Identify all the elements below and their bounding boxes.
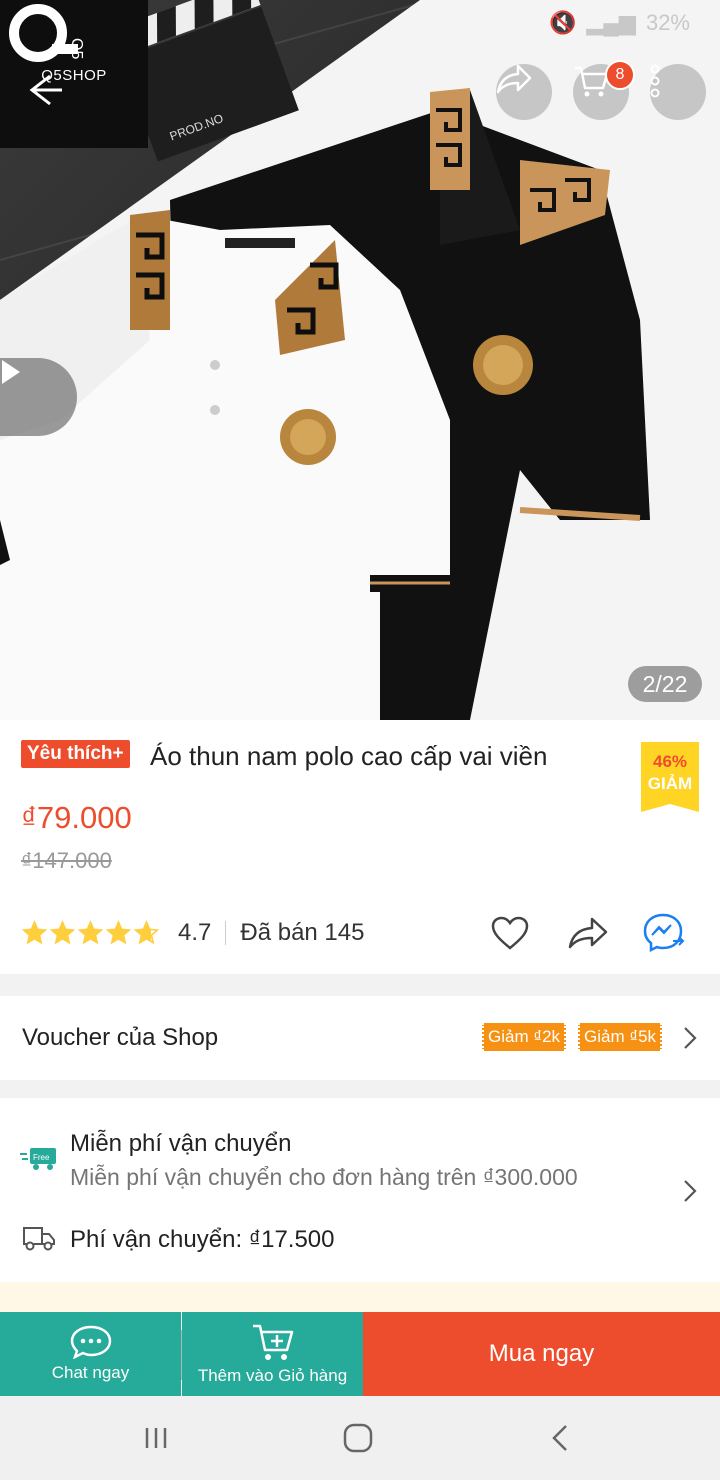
voucher-chip[interactable]: Giảm ₫2k [482, 1023, 567, 1051]
cart-count-badge: 8 [605, 60, 635, 90]
home-button[interactable] [338, 1420, 378, 1456]
signal-icon: ▂▄▆ [586, 10, 636, 35]
free-shipping-subtitle: Miễn phí vận chuyển cho đơn hàng trên ₫3… [70, 1164, 578, 1190]
chat-bubble-icon [70, 1325, 111, 1359]
recent-apps-icon [145, 1428, 167, 1448]
status-bar: 🔇 ▂▄▆ 32% [549, 8, 690, 38]
shipping-section[interactable]: Free Miễn phí vận chuyển Miễn phí vận ch… [0, 1098, 720, 1282]
product-image-gallery[interactable]: PROD.NO Q5 Q5SHOP 🔇 ▂▄▆ 32% 8 2/22 [0, 0, 720, 720]
shop-voucher-row[interactable]: Voucher của Shop Giảm ₫2k Giảm ₫5k [0, 996, 720, 1080]
rating-stars [21, 920, 160, 946]
star-icon [77, 920, 104, 945]
home-icon [343, 1423, 373, 1453]
cart-button[interactable]: 8 [573, 60, 635, 120]
play-icon [2, 360, 20, 384]
q5-logo-icon: Q5 [9, 4, 85, 62]
recent-apps-button[interactable] [136, 1420, 176, 1456]
battery-level: 32% [645, 10, 690, 35]
rating-row: 4.7 Đã bán 145 [21, 915, 364, 951]
voucher-label: Voucher của Shop [22, 1024, 219, 1051]
chevron-left-icon [552, 1425, 567, 1451]
favorite-plus-badge: Yêu thích+ [21, 740, 130, 768]
chat-now-label: Chat ngay [51, 1363, 130, 1382]
add-to-cart-label: Thêm vào Giỏ hàng [197, 1366, 348, 1385]
back-button[interactable] [20, 68, 64, 112]
buy-now-button[interactable]: Mua ngay [363, 1312, 720, 1396]
star-icon [49, 920, 76, 945]
share-product-button[interactable] [566, 912, 610, 954]
star-icon [133, 920, 160, 945]
free-shipping-title: Miễn phí vận chuyển [70, 1130, 292, 1157]
share-icon [496, 64, 532, 94]
heart-icon [491, 916, 529, 950]
divider [225, 921, 227, 945]
shipping-fee: Phí vận chuyển: ₫17.500 [70, 1226, 335, 1253]
more-options-button[interactable] [650, 64, 706, 120]
system-back-button[interactable] [540, 1420, 580, 1456]
add-to-cart-button[interactable]: Thêm vào Giỏ hàng [182, 1312, 363, 1396]
voucher-chip[interactable]: Giảm ₫5k [578, 1023, 663, 1051]
chevron-right-icon [684, 1027, 697, 1049]
image-counter: 2/22 [628, 666, 702, 702]
system-navigation-bar [0, 1396, 720, 1480]
star-icon [21, 920, 48, 945]
svg-text:Free: Free [33, 1153, 50, 1162]
rating-value: 4.7 [178, 919, 212, 946]
messenger-share-button[interactable] [642, 912, 686, 954]
product-page: PROD.NO Q5 Q5SHOP 🔇 ▂▄▆ 32% 8 2/22 Yêu t… [0, 0, 720, 1480]
messenger-icon [643, 913, 685, 953]
current-price: ₫79.000 [21, 800, 132, 835]
add-cart-icon [252, 1324, 293, 1360]
next-section-peek [0, 1282, 720, 1312]
bottom-action-bar: Chat ngay Thêm vào Giỏ hàng Mua ngay [0, 1312, 720, 1396]
star-icon [105, 920, 132, 945]
share-arrow-icon [568, 917, 608, 949]
original-price: ₫147.000 [21, 848, 112, 873]
mute-icon: 🔇 [549, 10, 577, 35]
play-video-button[interactable] [0, 358, 77, 436]
back-arrow-icon [29, 74, 62, 106]
like-button[interactable] [488, 912, 532, 954]
product-info: Yêu thích+ Áo thun nam polo cao cấp vai … [0, 720, 720, 974]
chevron-right-icon [684, 1180, 697, 1202]
shopping-cart-icon [575, 66, 609, 97]
chat-now-button[interactable]: Chat ngay [0, 1312, 181, 1396]
discount-label: GIẢM [647, 774, 693, 793]
truck-icon [23, 1227, 55, 1251]
discount-badge: 46% GIẢM [641, 742, 699, 812]
free-shipping-icon: Free [20, 1148, 56, 1170]
share-button[interactable] [496, 64, 552, 120]
more-vertical-icon [650, 64, 660, 98]
sold-count: Đã bán 145 [240, 919, 365, 946]
discount-percent: 46% [652, 752, 688, 771]
svg-text:Q5: Q5 [68, 38, 85, 59]
product-title: Áo thun nam polo cao cấp vai viền [150, 741, 548, 771]
